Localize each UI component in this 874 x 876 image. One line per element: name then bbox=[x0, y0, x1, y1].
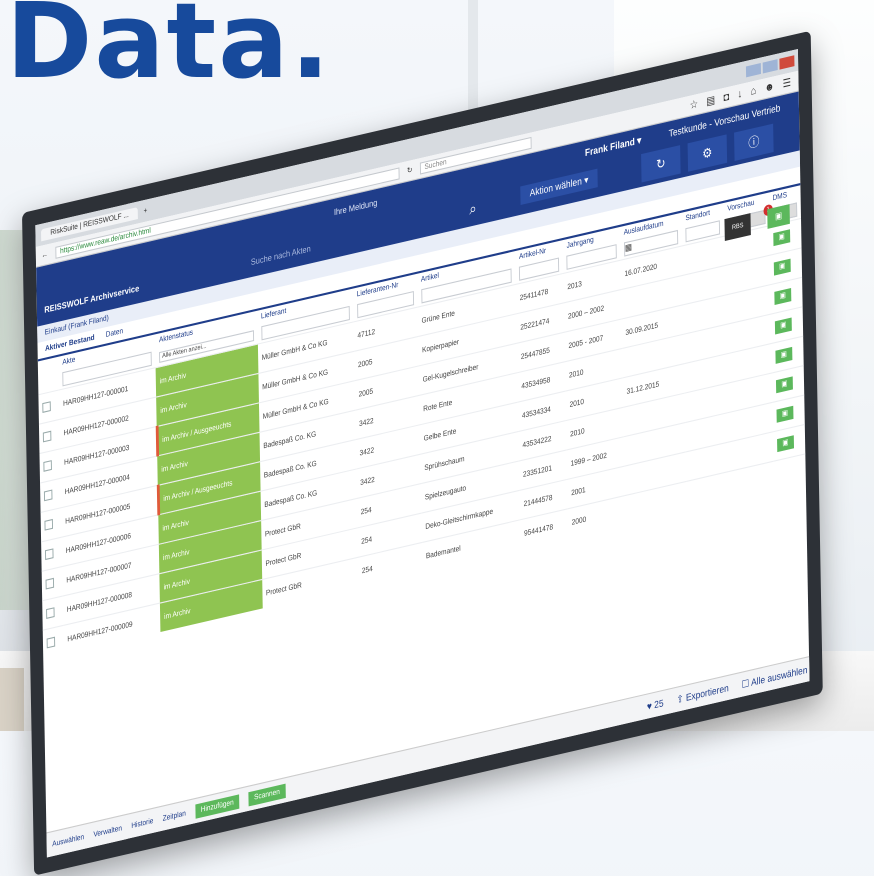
row-checkbox[interactable] bbox=[44, 518, 53, 531]
footer-verwalten[interactable]: Verwalten bbox=[93, 824, 122, 838]
menu-icon[interactable]: ☰ bbox=[783, 76, 792, 90]
row-action-button[interactable]: ▣ bbox=[774, 288, 792, 306]
refresh-button[interactable]: ↻ bbox=[641, 145, 681, 183]
star-icon[interactable]: ☆ bbox=[690, 98, 699, 112]
back-icon[interactable]: ← bbox=[41, 250, 48, 259]
minimize-icon[interactable] bbox=[745, 63, 761, 78]
export-button[interactable]: ⇪ Exportieren bbox=[676, 682, 728, 706]
row-action-button[interactable]: ▣ bbox=[773, 258, 791, 276]
row-checkbox[interactable] bbox=[46, 636, 56, 648]
footer-bar: Auswählen Verwalten Historie Zeitplan Hi… bbox=[46, 654, 810, 858]
search-icon[interactable]: ⌕ bbox=[469, 199, 477, 219]
footer-zeitplan[interactable]: Zeitplan bbox=[163, 809, 186, 822]
select-all-button[interactable]: ☐ Alle auswählen bbox=[742, 664, 808, 691]
clipboard-icon[interactable]: ▤ bbox=[706, 94, 715, 108]
cup bbox=[0, 668, 24, 731]
row-checkbox[interactable] bbox=[43, 488, 53, 501]
row-checkbox[interactable] bbox=[45, 577, 55, 589]
export-label: Exportieren bbox=[685, 681, 729, 703]
row-action-button[interactable]: ▣ bbox=[775, 376, 793, 394]
new-tab-icon[interactable]: + bbox=[144, 206, 148, 215]
row-action-button[interactable]: ▣ bbox=[774, 317, 792, 335]
action-select-button[interactable]: Aktion wählen ▾ bbox=[520, 168, 598, 206]
row-checkbox[interactable] bbox=[42, 430, 52, 442]
row-checkbox[interactable] bbox=[43, 459, 52, 472]
monitor: RiskSuite | REISSWOLF ... + ← https://ww… bbox=[22, 30, 823, 876]
footer-auswaehlen[interactable]: Auswählen bbox=[52, 833, 84, 848]
row-action-button[interactable]: ▣ bbox=[775, 346, 793, 364]
count-indicator: ♥ 25 bbox=[646, 696, 664, 712]
tab-daten[interactable]: Daten bbox=[106, 328, 124, 340]
info-button[interactable]: ⓘ bbox=[734, 123, 774, 162]
row-action-button[interactable]: ▣ bbox=[776, 405, 794, 423]
maximize-icon[interactable] bbox=[762, 59, 778, 74]
add-button[interactable]: Hinzufügen bbox=[195, 793, 240, 819]
headline: Data. bbox=[6, 0, 332, 102]
user-menu[interactable]: Frank Filand ▾ bbox=[585, 134, 642, 159]
reload-icon[interactable]: ↻ bbox=[407, 165, 413, 176]
chat-icon[interactable]: ☻ bbox=[764, 80, 774, 94]
row-checkbox[interactable] bbox=[46, 606, 55, 619]
close-icon[interactable] bbox=[779, 55, 795, 70]
message-field[interactable]: Ihre Meldung bbox=[334, 198, 378, 218]
calendar-icon[interactable]: ▦ bbox=[625, 242, 632, 253]
settings-button[interactable]: ⚙ bbox=[687, 134, 728, 172]
row-checkbox[interactable] bbox=[44, 547, 54, 560]
row-action-button[interactable]: ▣ bbox=[773, 229, 791, 247]
row-checkbox[interactable] bbox=[42, 400, 51, 413]
screen: RiskSuite | REISSWOLF ... + ← https://ww… bbox=[35, 48, 810, 858]
scan-button[interactable]: Scannen bbox=[248, 783, 286, 806]
download-icon[interactable]: ↓ bbox=[737, 88, 742, 101]
home-icon[interactable]: ⌂ bbox=[750, 84, 756, 97]
footer-historie[interactable]: Historie bbox=[131, 817, 153, 830]
row-action-button[interactable]: ▣ bbox=[776, 435, 794, 453]
pocket-icon[interactable]: ◘ bbox=[723, 91, 729, 104]
select-all-label: Alle auswählen bbox=[751, 663, 808, 688]
